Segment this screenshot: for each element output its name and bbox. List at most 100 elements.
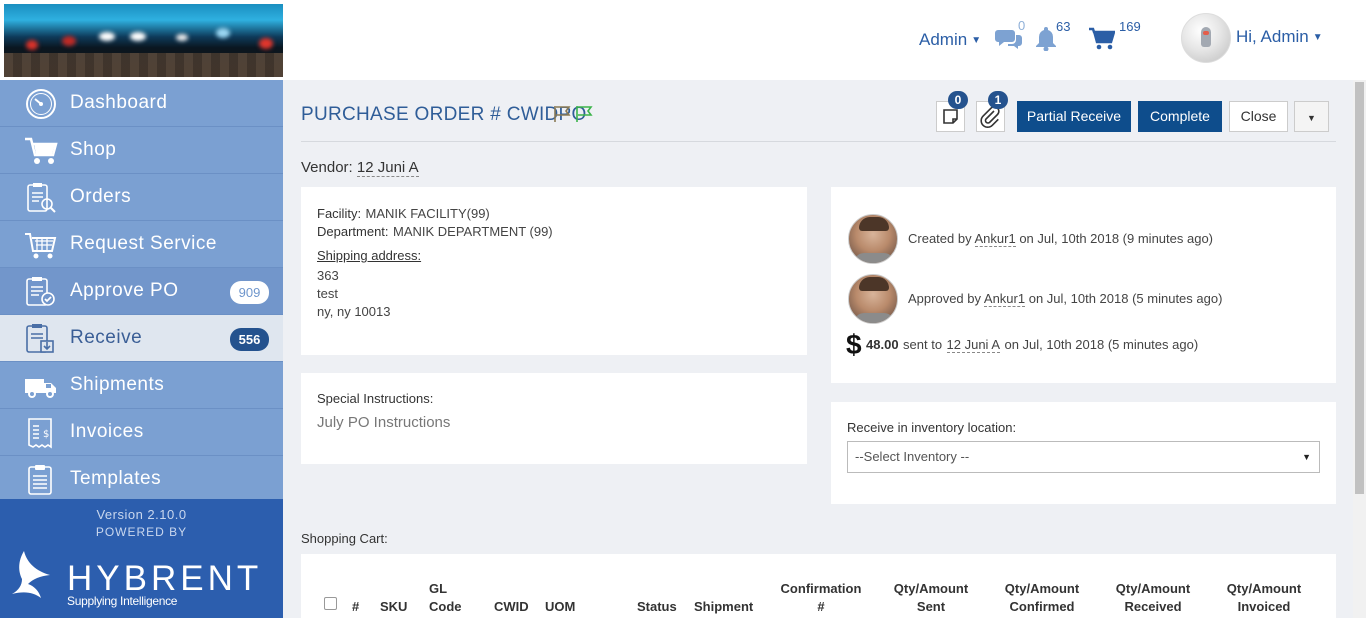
column-header-line: Invoiced	[1237, 599, 1291, 614]
column-header-line: Qty/Amount	[1226, 581, 1302, 596]
sidebar-item-approve-po[interactable]: Approve PO 909	[0, 268, 283, 315]
more-actions-button[interactable]: ▼	[1294, 101, 1329, 132]
svg-text:$: $	[43, 429, 49, 440]
column-header-qty-received[interactable]: Qty/Amount Received	[1110, 580, 1196, 616]
sidebar-item-shipments[interactable]: Shipments	[0, 362, 283, 409]
shopping-cart-table: # SKU GL Code CWID UOM Status Shipment C…	[301, 554, 1336, 618]
sidebar-item-label: Orders	[70, 186, 132, 207]
sidebar-item-label: Templates	[70, 468, 162, 489]
creator-avatar	[848, 214, 898, 264]
top-header: Admin ▼ 0 63 169 Hi, Admin ▼	[0, 0, 1366, 80]
created-user-link[interactable]: Ankur1	[974, 231, 1016, 247]
column-header-sku[interactable]: SKU	[380, 598, 407, 616]
complete-button[interactable]: Complete	[1138, 101, 1222, 132]
cart-count: 169	[1119, 19, 1141, 34]
user-menu[interactable]: Hi, Admin ▼	[1236, 27, 1323, 47]
shopping-cart-icon[interactable]	[1089, 27, 1116, 56]
chevron-down-icon: ▼	[971, 35, 982, 47]
sidebar-footer: Version 2.10.0 POWERED BY HYBRENT Supply…	[0, 499, 283, 618]
receive-count-badge: 556	[230, 328, 269, 351]
column-header-line: #	[817, 599, 825, 614]
po-flags	[553, 105, 593, 128]
column-header-uom[interactable]: UOM	[545, 598, 575, 616]
approved-user-link[interactable]: Ankur1	[983, 291, 1026, 307]
approved-line: Approved by Ankur1 on Jul, 10th 2018 (5 …	[908, 291, 1223, 307]
truck-icon	[25, 379, 56, 398]
main-content: PURCHASE ORDER # CWIDPO 0 1 Partial Rece…	[283, 80, 1353, 618]
vendor-link[interactable]: 12 Juni A	[356, 159, 419, 177]
column-header-line: Received	[1124, 599, 1182, 614]
department-value: MANIK DEPARTMENT (99)	[393, 224, 553, 239]
bell-icon[interactable]	[1034, 25, 1058, 56]
address-line: test	[317, 286, 338, 301]
activity-card: Created by Ankur1 on Jul, 10th 2018 (9 m…	[831, 187, 1336, 383]
admin-menu[interactable]: Admin ▼	[919, 30, 981, 50]
template-icon	[28, 465, 52, 495]
attachments-count-badge: 1	[988, 91, 1008, 109]
inventory-select-value: --Select Inventory --	[855, 449, 970, 464]
approved-suffix: on Jul, 10th 2018 (5 minutes ago)	[1028, 291, 1223, 306]
dashboard-icon	[26, 89, 56, 119]
sidebar-item-invoices[interactable]: $ Invoices	[0, 409, 283, 456]
column-header-line: Qty/Amount	[893, 581, 969, 596]
facility-value: MANIK FACILITY(99)	[365, 206, 490, 221]
sidebar-item-label: Dashboard	[70, 92, 168, 113]
sidebar-item-label: Shop	[70, 139, 117, 160]
admin-menu-label: Admin	[919, 30, 968, 49]
notes-button[interactable]: 0	[936, 91, 968, 132]
inventory-location-card: Receive in inventory location: --Select …	[831, 402, 1336, 504]
sent-to-label: sent to	[903, 337, 943, 353]
column-header-gl-code[interactable]: GL Code	[429, 580, 462, 616]
scrollbar-thumb[interactable]	[1355, 82, 1364, 494]
sidebar-item-label: Shipments	[70, 374, 165, 395]
column-header-line: Qty/Amount	[1115, 581, 1191, 596]
address-line: ny, ny 10013	[317, 304, 391, 319]
inventory-select[interactable]: --Select Inventory -- ▼	[847, 441, 1320, 473]
column-header-cwid[interactable]: CWID	[494, 598, 529, 616]
page-scrollbar[interactable]	[1353, 80, 1366, 618]
user-avatar[interactable]	[1181, 13, 1231, 63]
approved-prefix: Approved by	[908, 291, 981, 306]
user-greeting: Hi, Admin	[1236, 27, 1309, 46]
column-header-confirmation[interactable]: Confirmation #	[777, 580, 865, 616]
brand-name: HYBRENT	[67, 559, 263, 598]
sent-vendor-link[interactable]: 12 Juni A	[946, 337, 1001, 354]
special-instructions-label: Special Instructions:	[317, 391, 434, 406]
facility-label: Facility:	[317, 206, 362, 221]
select-all-checkbox[interactable]	[324, 597, 337, 610]
column-header-qty-sent[interactable]: Qty/Amount Sent	[888, 580, 974, 616]
column-header-status[interactable]: Status	[637, 598, 677, 616]
created-line: Created by Ankur1 on Jul, 10th 2018 (9 m…	[908, 231, 1213, 247]
special-instructions-card: Special Instructions: July PO Instructio…	[301, 373, 807, 464]
divider	[301, 141, 1336, 142]
approver-avatar	[848, 274, 898, 324]
column-header-line: Confirmed	[1009, 599, 1075, 614]
notifications-count: 63	[1056, 19, 1071, 34]
created-prefix: Created by	[908, 231, 972, 246]
sidebar-item-templates[interactable]: Templates	[0, 456, 283, 503]
dollar-icon: $	[846, 329, 862, 360]
sidebar-item-shop[interactable]: Shop	[0, 127, 283, 174]
flag-icon	[554, 106, 571, 122]
attachments-button[interactable]: 1	[976, 91, 1008, 132]
shopping-cart-label: Shopping Cart:	[301, 531, 388, 546]
column-header-number[interactable]: #	[352, 598, 359, 616]
sidebar-item-request-service[interactable]: Request Service	[0, 221, 283, 268]
sidebar-item-dashboard[interactable]: Dashboard	[0, 80, 283, 127]
department-label: Department:	[317, 224, 389, 239]
column-header-line: Code	[429, 599, 462, 614]
column-header-qty-confirmed[interactable]: Qty/Amount Confirmed	[999, 580, 1085, 616]
sidebar-item-receive[interactable]: Receive 556	[0, 315, 283, 362]
close-button[interactable]: Close	[1229, 101, 1288, 132]
sidebar-item-orders[interactable]: Orders	[0, 174, 283, 221]
sidebar-item-label: Request Service	[70, 233, 217, 254]
shipping-address-label: Shipping address:	[317, 248, 422, 263]
approve-count-badge: 909	[230, 281, 269, 304]
sidebar-item-label: Approve PO	[70, 280, 179, 301]
column-header-shipment[interactable]: Shipment	[694, 598, 753, 616]
column-header-qty-invoiced[interactable]: Qty/Amount Invoiced	[1221, 580, 1307, 616]
partial-receive-button[interactable]: Partial Receive	[1017, 101, 1131, 132]
payment-line: $ 48.00 sent to 12 Juni A on Jul, 10th 2…	[846, 329, 1198, 361]
brand-tagline: Supplying Intelligence	[67, 594, 178, 608]
address-line: 363	[317, 268, 339, 283]
